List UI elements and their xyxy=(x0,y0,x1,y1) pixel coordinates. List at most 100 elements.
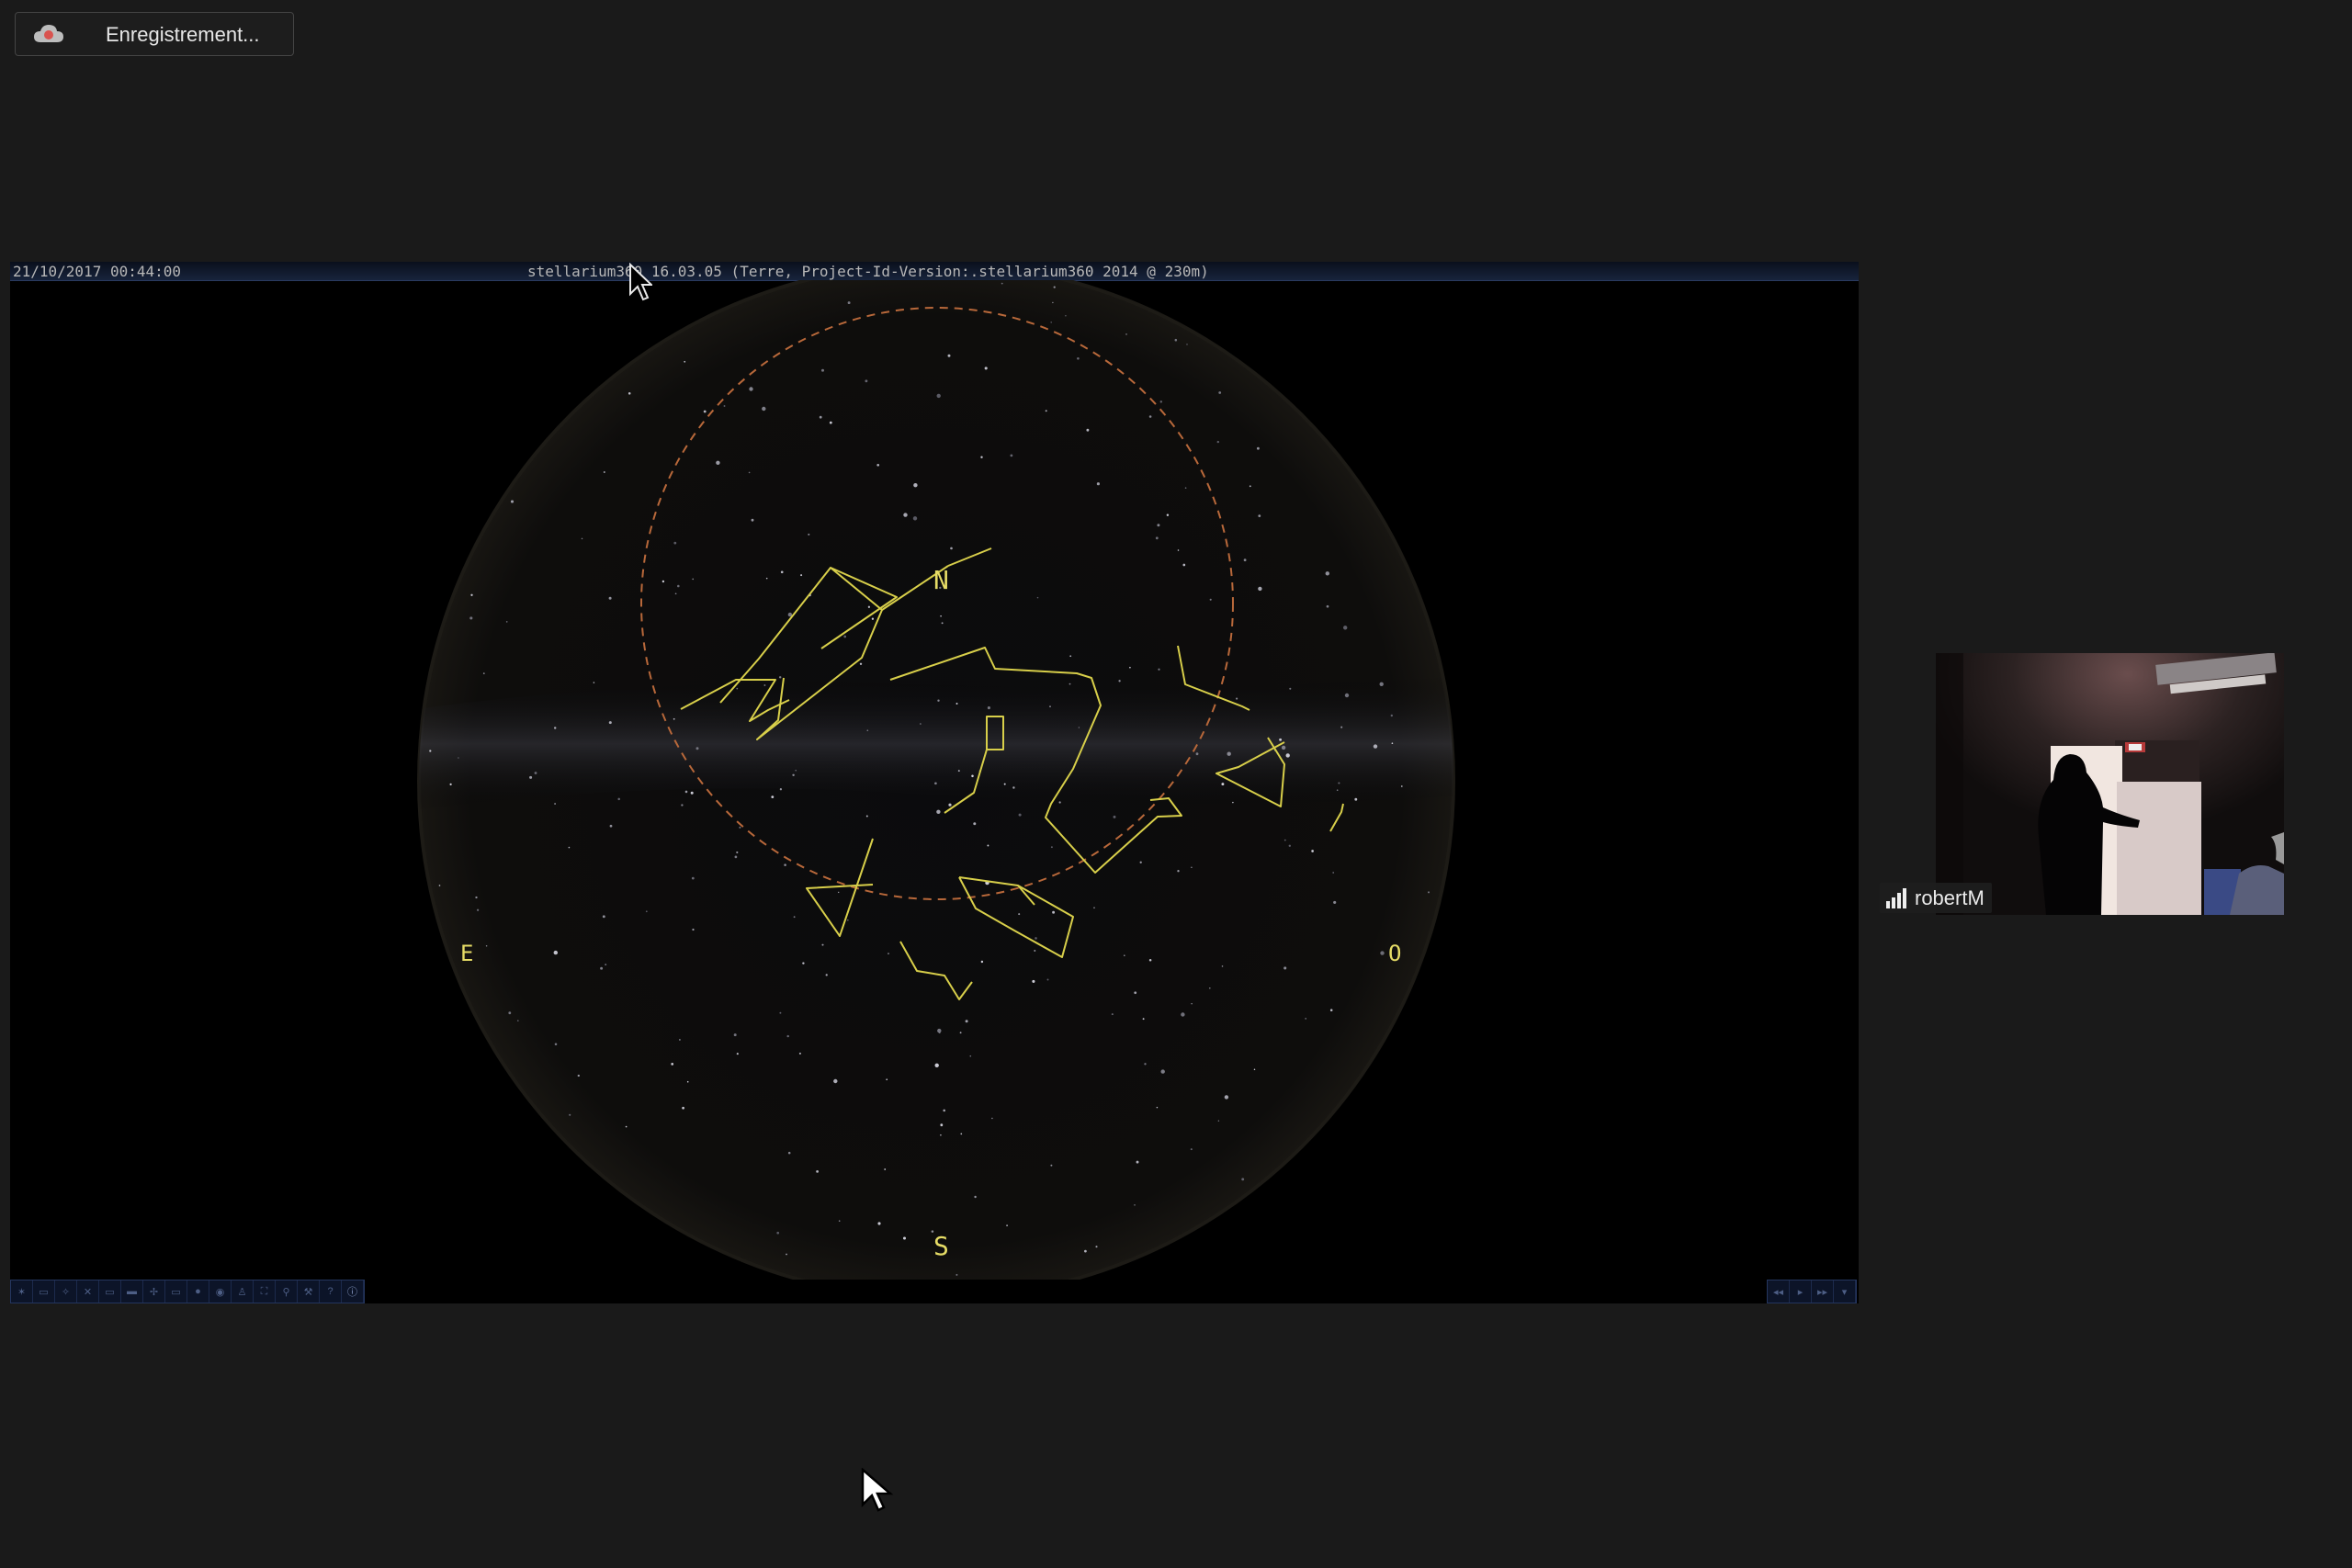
star xyxy=(971,774,974,778)
star xyxy=(786,1253,787,1256)
star xyxy=(1343,626,1348,630)
star xyxy=(876,463,880,467)
star xyxy=(980,960,984,964)
star xyxy=(1052,910,1056,914)
star xyxy=(529,775,533,779)
search-icon[interactable]: ⚲ xyxy=(276,1280,298,1303)
star xyxy=(936,393,941,399)
star xyxy=(965,1020,968,1023)
star xyxy=(1333,900,1337,904)
star xyxy=(765,577,768,580)
star xyxy=(1036,596,1039,599)
star xyxy=(1177,870,1180,873)
star xyxy=(1232,801,1234,804)
star xyxy=(681,804,684,807)
star xyxy=(1305,1018,1307,1020)
star xyxy=(602,915,605,919)
star xyxy=(1390,714,1393,717)
star xyxy=(1125,333,1127,335)
info-icon[interactable]: ⓘ xyxy=(342,1280,364,1303)
signal-bars-icon xyxy=(1886,887,1906,908)
star xyxy=(1077,356,1080,360)
star xyxy=(736,1053,739,1055)
constellation-art-toggle-icon[interactable]: ✧ xyxy=(55,1280,77,1303)
cardinal-points-toggle-icon[interactable]: ✢ xyxy=(143,1280,165,1303)
star xyxy=(739,826,741,829)
star xyxy=(1136,1160,1139,1164)
ground-toggle-icon[interactable]: ▬ xyxy=(121,1280,143,1303)
star xyxy=(1095,1246,1098,1248)
participant-video[interactable] xyxy=(1936,653,2284,915)
constellation-lines-toggle-icon[interactable]: ✶ xyxy=(11,1280,33,1303)
star xyxy=(936,809,941,814)
star xyxy=(1006,1224,1008,1226)
star xyxy=(1340,726,1343,728)
atmosphere-toggle-icon[interactable]: ▭ xyxy=(165,1280,187,1303)
mount-toggle-icon[interactable]: ♙ xyxy=(232,1280,254,1303)
star xyxy=(941,622,944,625)
participant-name: robertM xyxy=(1915,886,1984,909)
star xyxy=(821,943,824,946)
star xyxy=(1159,400,1163,403)
nebulae-toggle-icon[interactable]: ● xyxy=(187,1280,209,1303)
star xyxy=(902,1236,907,1240)
star xyxy=(1003,783,1006,785)
star xyxy=(1258,514,1261,517)
star xyxy=(609,824,613,828)
equatorial-grid-toggle-icon[interactable]: ✕ xyxy=(77,1280,99,1303)
star xyxy=(1078,727,1080,728)
star xyxy=(816,1170,819,1173)
star xyxy=(1032,979,1035,983)
star xyxy=(1326,604,1329,608)
stellarium-toolbar-right: ◂◂ ▸ ▸▸ ▾ xyxy=(1767,1280,1857,1303)
fullscreen-toggle-icon[interactable]: ⛶ xyxy=(254,1280,276,1303)
star xyxy=(734,855,738,859)
star xyxy=(1227,751,1231,756)
star xyxy=(829,421,832,424)
star xyxy=(692,928,695,931)
star xyxy=(429,750,432,752)
star xyxy=(1018,913,1021,916)
fast-forward-icon[interactable]: ▸▸ xyxy=(1812,1280,1834,1303)
planet-labels-toggle-icon[interactable]: ◉ xyxy=(209,1280,232,1303)
star xyxy=(1086,428,1090,432)
cardinal-north: N xyxy=(933,565,949,595)
azimuthal-grid-toggle-icon[interactable]: ▭ xyxy=(99,1280,121,1303)
constellation-names-toggle-icon[interactable]: ▭ xyxy=(33,1280,55,1303)
star xyxy=(1118,680,1121,682)
config-icon[interactable]: ⚒ xyxy=(298,1280,320,1303)
star xyxy=(485,944,488,947)
star xyxy=(600,966,604,970)
star xyxy=(808,533,810,536)
star xyxy=(1256,446,1260,450)
star xyxy=(1216,440,1220,444)
sky-view[interactable]: N S E O xyxy=(10,280,1859,1280)
star xyxy=(1218,391,1222,394)
meeting-window: Enregistrement... 21/10/2017 00:44:00 st… xyxy=(0,0,2352,1568)
star xyxy=(987,706,990,710)
star xyxy=(779,1011,782,1014)
star xyxy=(1329,1009,1333,1011)
star xyxy=(671,1063,674,1066)
chevron-down-icon[interactable]: ▾ xyxy=(1834,1280,1856,1303)
screen-share-stellarium[interactable]: 21/10/2017 00:44:00 stellarium360 16.03.… xyxy=(10,262,1859,1303)
star xyxy=(1281,745,1286,750)
star xyxy=(1052,301,1054,304)
star xyxy=(569,1113,571,1116)
star xyxy=(677,584,680,588)
star xyxy=(682,1106,684,1110)
star xyxy=(508,1011,512,1015)
star xyxy=(960,1133,963,1135)
star xyxy=(888,953,889,954)
recording-indicator[interactable]: Enregistrement... xyxy=(15,12,294,56)
star xyxy=(838,1220,841,1222)
star xyxy=(937,1028,942,1033)
star xyxy=(733,1033,737,1037)
star xyxy=(1285,753,1290,758)
play-icon[interactable]: ▸ xyxy=(1790,1280,1812,1303)
star xyxy=(847,301,851,305)
star xyxy=(510,500,514,503)
star xyxy=(1148,415,1152,418)
rewind-icon[interactable]: ◂◂ xyxy=(1768,1280,1790,1303)
help-icon[interactable]: ? xyxy=(320,1280,342,1303)
